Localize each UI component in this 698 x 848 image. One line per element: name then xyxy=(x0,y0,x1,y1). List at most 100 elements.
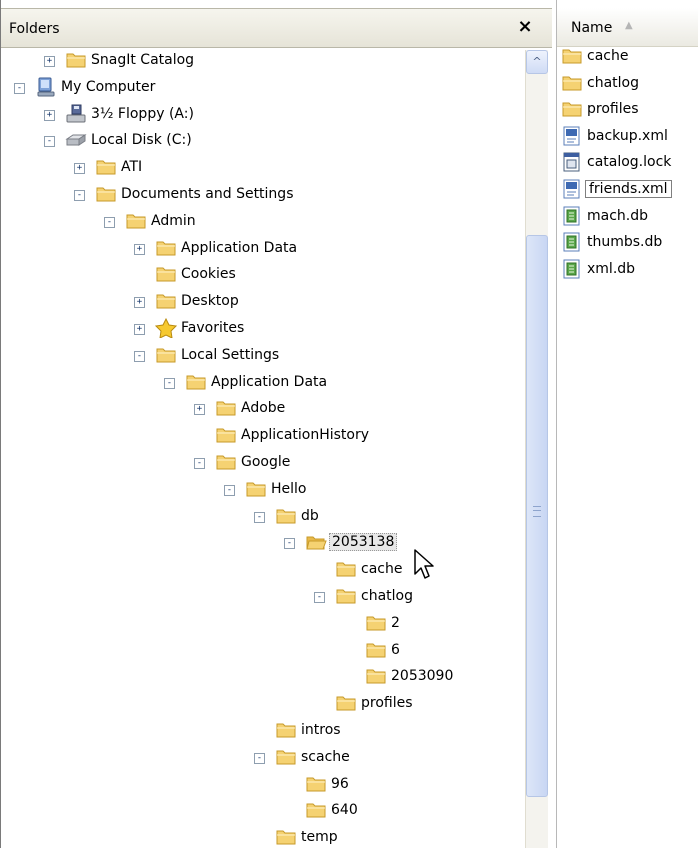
folder-icon xyxy=(215,425,237,445)
tree-item-label: Application Data xyxy=(211,373,328,390)
tree-item[interactable]: - Local Disk (C:) xyxy=(1,130,521,154)
expand-button[interactable]: + xyxy=(194,404,205,416)
expand-button[interactable]: + xyxy=(44,109,55,121)
tree-item[interactable]: - Application Data xyxy=(1,372,521,396)
tree-item-label: 2053090 xyxy=(391,668,454,685)
expand-button[interactable]: + xyxy=(44,56,55,67)
tree-item-label: Local Settings xyxy=(181,346,280,363)
tree-item-label: Cookies xyxy=(181,266,236,283)
expand-button[interactable]: + xyxy=(74,163,85,175)
tree-item[interactable]: temp xyxy=(1,827,521,848)
tree-item[interactable]: cache xyxy=(1,559,521,583)
tree-item-label: SnagIt Catalog xyxy=(91,52,195,68)
collapse-button[interactable]: - xyxy=(14,82,25,94)
tree-item[interactable]: 96 xyxy=(1,774,521,798)
tree-item-label-selected: 2053138 xyxy=(329,533,398,552)
collapse-button[interactable]: - xyxy=(164,377,175,389)
expand-button[interactable]: + xyxy=(134,297,145,309)
collapse-button[interactable]: - xyxy=(44,136,55,148)
folder-icon xyxy=(275,720,297,740)
collapse-button[interactable]: - xyxy=(314,592,325,603)
folder-icon xyxy=(335,693,357,713)
tree-item[interactable]: - Hello xyxy=(1,479,521,503)
folder-icon xyxy=(95,157,117,177)
folder-icon xyxy=(365,666,387,686)
expand-button[interactable]: + xyxy=(134,243,145,255)
computer-icon xyxy=(35,77,57,97)
folder-icon xyxy=(245,479,267,499)
tree-item[interactable]: 2053090 xyxy=(1,666,521,690)
tree-item-label: Desktop xyxy=(181,293,239,310)
scrollbar-thumb[interactable] xyxy=(526,235,548,797)
tree-item-label: 6 xyxy=(391,641,400,658)
tree-item[interactable]: + Favorites xyxy=(1,317,521,342)
folder-icon xyxy=(65,50,87,70)
folder-icon xyxy=(155,238,177,258)
tree-item[interactable]: - Documents and Settings xyxy=(1,184,521,208)
sort-ascending-icon: ▲ xyxy=(625,20,633,31)
expand-button[interactable]: + xyxy=(134,324,145,335)
tree-item[interactable]: - Google xyxy=(1,452,521,476)
folder-icon xyxy=(125,211,147,231)
tree-item[interactable]: - chatlog xyxy=(1,586,521,610)
tree-item-label: ATI xyxy=(121,159,143,176)
collapse-button[interactable]: - xyxy=(224,484,235,496)
tree-item[interactable]: 6 xyxy=(1,640,521,664)
tree-item-label: Application Data xyxy=(181,239,298,256)
tree-item-label: Documents and Settings xyxy=(121,186,294,202)
tree-item[interactable]: - db xyxy=(1,506,521,530)
tree-item[interactable]: + Application Data xyxy=(1,238,521,262)
tree-item[interactable]: 640 xyxy=(1,800,521,824)
tree-item[interactable]: + SnagIt Catalog xyxy=(1,50,521,74)
tree-item[interactable]: Cookies xyxy=(1,264,521,288)
collapse-button[interactable]: - xyxy=(254,511,265,523)
tree-item-label: Local Disk (C:) xyxy=(91,132,192,149)
tree-item-label: chatlog xyxy=(361,588,413,604)
tree-item[interactable]: - scache xyxy=(1,747,521,771)
tree-item[interactable]: intros xyxy=(1,720,521,744)
tree-item[interactable]: - Admin xyxy=(1,211,521,235)
tree-item[interactable]: + Adobe xyxy=(1,398,521,422)
folders-title: Folders xyxy=(9,21,60,37)
tree-item-label: ApplicationHistory xyxy=(241,427,370,444)
floppy-drive-icon xyxy=(65,104,87,124)
star-icon xyxy=(154,317,178,339)
collapse-button[interactable]: - xyxy=(74,190,85,201)
collapse-button[interactable]: - xyxy=(284,538,295,550)
db-file-icon xyxy=(561,259,583,279)
folder-icon xyxy=(275,747,297,767)
tree-item-label: temp xyxy=(301,829,338,846)
tree-item-label: 2 xyxy=(391,614,400,631)
tree-item[interactable]: ApplicationHistory xyxy=(1,425,521,449)
tree-item[interactable]: +3½ Floppy (A:) xyxy=(1,104,521,128)
tree-item[interactable]: + Desktop xyxy=(1,291,521,315)
tree-item[interactable]: - Local Settings xyxy=(1,345,521,369)
tree-item[interactable]: - My Computer xyxy=(1,77,521,101)
folder-icon xyxy=(365,613,387,633)
folder-icon xyxy=(95,184,117,204)
tree-item[interactable]: - 2053138 xyxy=(1,532,521,556)
files-pane: Name ▲ cache chatlog profiles backup.xml cat… xyxy=(556,0,698,848)
collapse-button[interactable]: - xyxy=(254,752,265,764)
collapse-button[interactable]: - xyxy=(194,458,205,469)
tree-item[interactable]: 2 xyxy=(1,613,521,637)
vertical-scrollbar[interactable]: ^ xyxy=(525,50,548,848)
tree-item[interactable]: profiles xyxy=(1,693,521,717)
folder-icon xyxy=(561,46,583,66)
collapse-button[interactable]: - xyxy=(134,350,145,362)
file-name-label: mach.db xyxy=(587,207,649,224)
collapse-button[interactable]: - xyxy=(104,216,115,228)
scroll-up-button[interactable]: ^ xyxy=(526,50,548,74)
tree-item[interactable]: + ATI xyxy=(1,157,521,181)
file-name-label: friends.xml xyxy=(585,180,672,198)
file-name-label: xml.db xyxy=(587,260,636,277)
folder-icon xyxy=(155,291,177,311)
close-folders-pane-button[interactable]: × xyxy=(513,15,537,39)
folder-icon xyxy=(155,264,177,284)
folder-icon xyxy=(561,73,583,93)
folder-icon xyxy=(215,398,237,418)
file-name-label: backup.xml xyxy=(587,127,668,144)
tree-item-label: profiles xyxy=(361,695,413,712)
tree-item-label: scache xyxy=(301,748,350,765)
name-column-header[interactable]: Name ▲ xyxy=(557,8,698,47)
